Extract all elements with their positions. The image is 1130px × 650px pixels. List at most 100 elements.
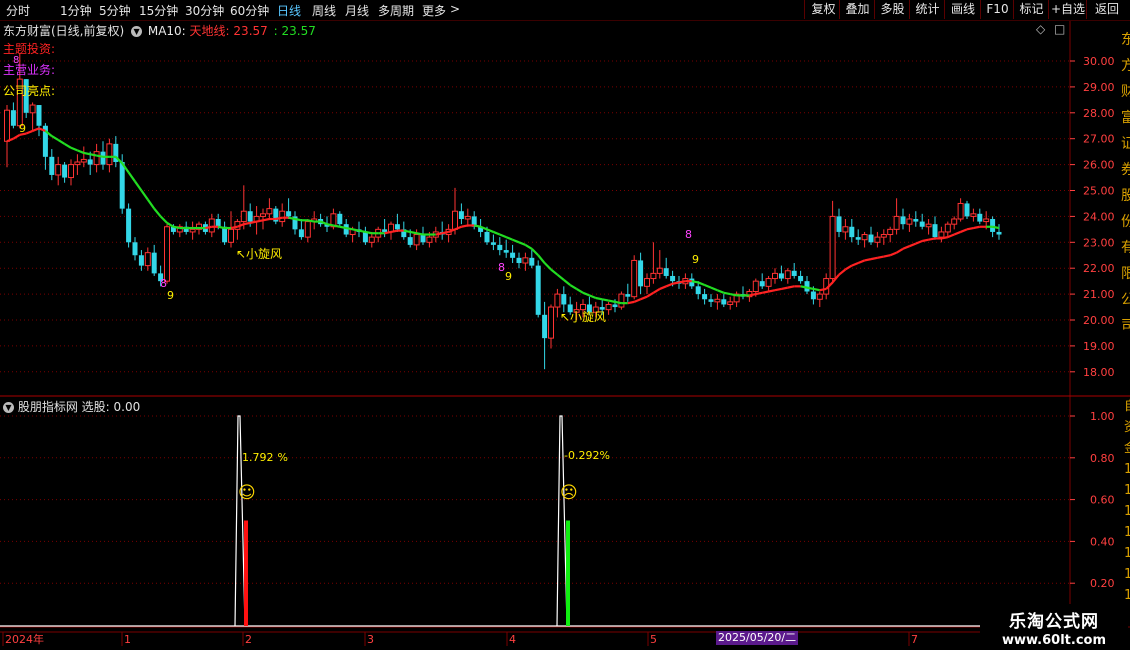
draw-line-button[interactable]: 画线 (944, 0, 981, 19)
indicator-title[interactable]: 股朋指标网 (18, 400, 78, 414)
diamond-icon[interactable]: ◇ (1036, 22, 1045, 36)
dropdown-icon[interactable]: ▼ (131, 26, 143, 37)
side-info-char: 东 (1121, 32, 1130, 48)
tiandi-line-segment (173, 225, 181, 230)
candle-body-up (650, 272, 657, 280)
tiandi-line-segment (729, 293, 737, 297)
tiandi-line-segment (345, 226, 353, 231)
tiandi-line-segment (326, 223, 334, 227)
tiandi-line-segment (83, 151, 91, 156)
candle-body-up (228, 228, 234, 243)
period-tab-daily[interactable]: 日线 (277, 2, 301, 19)
overlay-button[interactable]: 叠加 (839, 0, 875, 19)
tiandi-line-segment (601, 298, 609, 302)
candle-body-down (708, 299, 714, 302)
candle-body-up (944, 223, 951, 233)
candle-body-up (4, 109, 10, 142)
indicator-dropdown-icon[interactable]: ▼ (3, 402, 14, 413)
candle-body-down (49, 156, 55, 175)
tiandi-line-segment (307, 219, 315, 223)
candle-body-up (842, 226, 849, 233)
indicator-header: ▼ 股朋指标网 选股: 0.00 (3, 398, 140, 415)
candle-body-down (337, 213, 343, 225)
candle-body-down (849, 226, 855, 238)
side-info-char: 司 (1121, 318, 1130, 334)
f10-button[interactable]: F10 (980, 0, 1014, 19)
tiandi-line-segment (339, 225, 347, 230)
tiandi-line-segment (813, 287, 821, 292)
side-info-char: 1 (1124, 483, 1130, 498)
side-info-char: 公 (1121, 292, 1130, 308)
frown-icon: ☹ (560, 483, 578, 503)
candle-body-up (368, 236, 375, 243)
side-info-char: 份 (1121, 214, 1130, 230)
candle-body-down (663, 268, 669, 276)
candle-body-down (721, 299, 727, 305)
candle-body-down (977, 213, 983, 222)
period-tab-60min[interactable]: 60分钟 (230, 2, 269, 19)
candle-body-down (836, 216, 842, 232)
more-chevron-icon[interactable]: > (450, 2, 460, 16)
candle-body-up (413, 234, 420, 246)
period-tab-fenshi[interactable]: 分时 (6, 2, 30, 19)
tiandi-line-segment (608, 299, 616, 303)
tiandi-line-segment (761, 290, 769, 294)
side-info-char: 证 (1121, 136, 1130, 152)
candle-body-up (554, 293, 561, 308)
candle-body-up (925, 223, 932, 228)
td-count-label: 9 (167, 289, 174, 302)
candle-body-down (932, 224, 938, 238)
price-tick-label: 20.00 (1083, 314, 1115, 327)
tiandi-line-segment (966, 226, 974, 231)
period-tab-monthly[interactable]: 月线 (345, 2, 369, 19)
candle-body-up (68, 164, 74, 179)
candle-body-down (362, 231, 368, 243)
candle-body-down (10, 110, 16, 126)
candle-body-down (62, 164, 68, 178)
restore-rights-button[interactable]: 复权 (804, 0, 842, 19)
mark-button[interactable]: 标记 (1013, 0, 1049, 19)
tiandi-line-segment (403, 229, 411, 234)
side-info-char: 1 (1124, 462, 1130, 477)
tiandi-line-segment (787, 285, 795, 289)
chart-area[interactable]: 30.0029.0028.0027.0026.0025.0024.0023.00… (0, 21, 1130, 650)
period-tab-weekly[interactable]: 周线 (312, 2, 336, 19)
company-highlights-label: 公司亮点: (3, 84, 56, 98)
window-box-icon[interactable]: □ (1054, 22, 1065, 36)
tiandi-line-segment (755, 291, 763, 296)
period-tab-multi[interactable]: 多周期 (378, 2, 414, 19)
period-tab-1min[interactable]: 1分钟 (60, 2, 92, 19)
candle-body-down (900, 216, 906, 225)
tiandi-line-segment (864, 258, 872, 262)
candle-body-down (126, 208, 132, 243)
candle-body-up (893, 215, 900, 230)
candle-body-up (548, 306, 554, 339)
add-favorite-button[interactable]: +自选 (1048, 0, 1087, 19)
tiandi-line-segment (243, 221, 251, 226)
candle-body-up (631, 259, 638, 298)
candle-body-up (164, 226, 170, 282)
candle-body-down (510, 252, 516, 258)
period-tab-30min[interactable]: 30分钟 (185, 2, 224, 19)
back-button[interactable]: 返回 (1086, 0, 1127, 19)
ma-value-sep: : (273, 24, 278, 38)
tiandi-line-segment (672, 281, 680, 285)
candle-body-down (990, 218, 996, 232)
date-label: 2024年 (5, 632, 44, 646)
period-tab-5min[interactable]: 5分钟 (99, 2, 131, 19)
candle-body-down (535, 265, 541, 315)
tiandi-line-segment (691, 280, 699, 284)
candle-body-up (938, 231, 945, 238)
multi-stock-button[interactable]: 多股 (874, 0, 910, 19)
tiandi-line-segment (333, 224, 341, 228)
candle-body-down (913, 218, 919, 222)
candle-body-up (464, 215, 471, 220)
statistics-button[interactable]: 统计 (909, 0, 945, 19)
candle-body-down (798, 275, 804, 282)
main-business-label: 主营业务: (3, 63, 56, 77)
candle-body-down (138, 255, 144, 266)
period-tab-15min[interactable]: 15分钟 (139, 2, 178, 19)
xuanfeng-signal-label: ↖小旋风 (560, 310, 606, 324)
period-tab-more[interactable]: 更多 (422, 2, 446, 19)
stock-title[interactable]: 东方财富(日线,前复权) (3, 24, 124, 38)
